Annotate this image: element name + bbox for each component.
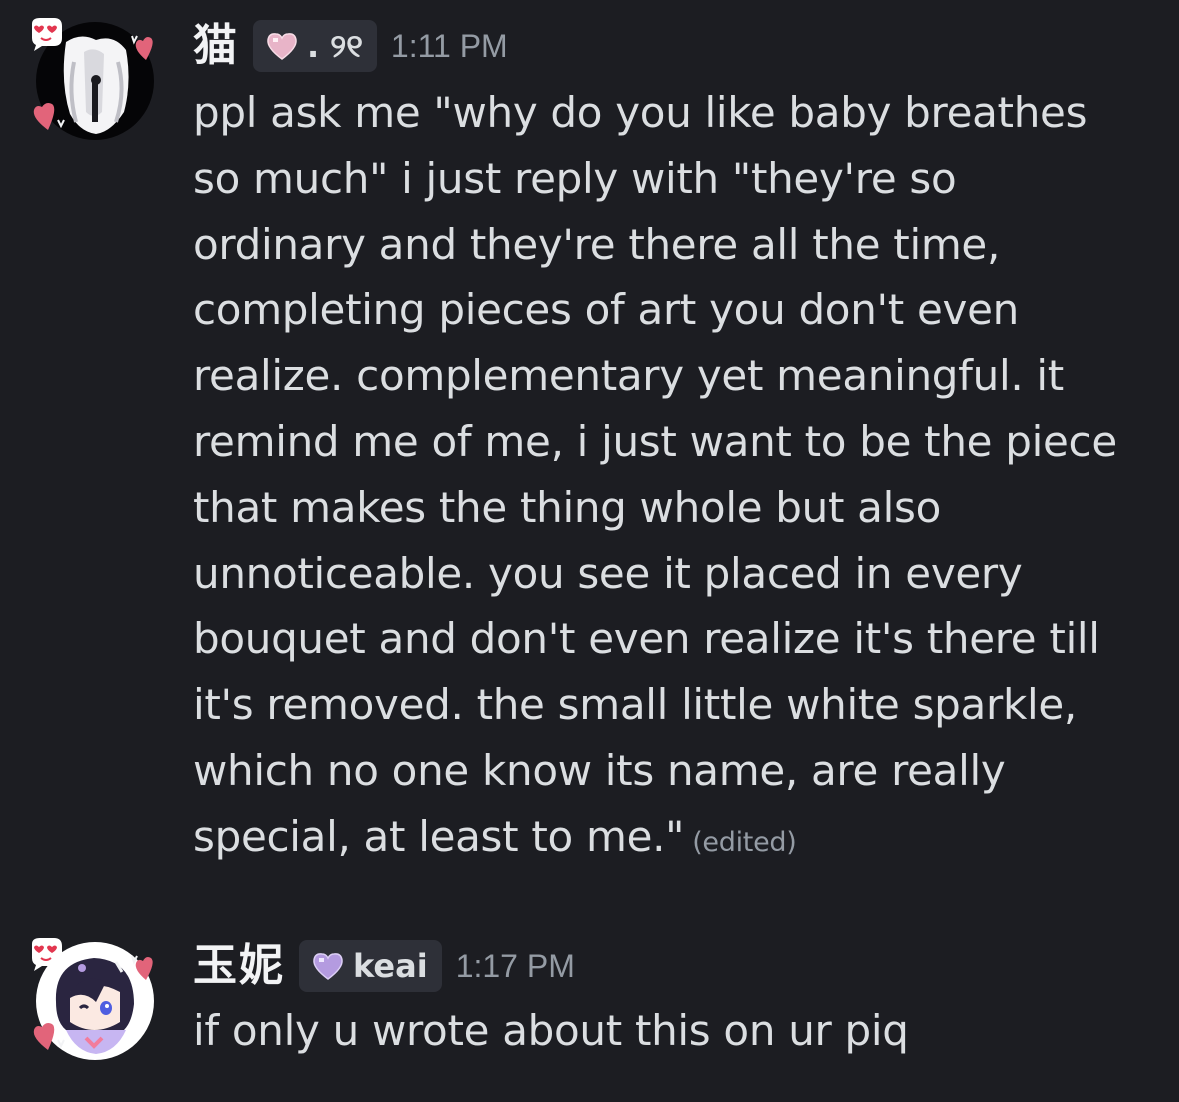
message-line: if only u wrote about this on ur piq xyxy=(193,1006,909,1055)
heart-icon xyxy=(267,33,297,60)
username[interactable]: 猫 xyxy=(193,18,239,74)
avatar-decoration[interactable] xyxy=(28,936,160,1068)
message-line: completing pieces of art you don't even xyxy=(193,285,1019,335)
message-header: 猫 . ୨୧ 1:11 PM xyxy=(193,18,508,74)
avatar-decoration[interactable] xyxy=(28,16,160,148)
heart-icon xyxy=(313,953,343,980)
heart-icon xyxy=(33,1023,65,1050)
heart-icon xyxy=(131,35,153,60)
message-line: unnoticeable. you see it placed in every xyxy=(193,548,1023,598)
server-tag-label: keai xyxy=(353,947,428,985)
message-line: bouquet and don't even realize it's ther… xyxy=(193,614,1100,664)
message-line: which no one know its name, are really xyxy=(193,745,1006,795)
message-line: ppl ask me "why do you like baby breathe… xyxy=(193,88,1088,137)
server-tag[interactable]: keai xyxy=(299,940,442,992)
server-tag[interactable]: . ୨୧ xyxy=(253,20,377,72)
message-line: special, at least to me." xyxy=(193,811,685,861)
heart-icon xyxy=(33,103,65,130)
username[interactable]: 玉妮 xyxy=(193,938,285,994)
edited-label: (edited) xyxy=(692,826,797,858)
message-line: it's removed. the small little white spa… xyxy=(193,680,1077,730)
message-line: remind me of me, i just want to be the p… xyxy=(193,416,1117,466)
heart-eyes-face-icon xyxy=(32,938,62,971)
message-line-last: special, at least to me." (edited) xyxy=(193,804,1153,876)
message-line: that makes the thing whole but also xyxy=(193,482,941,532)
timestamp: 1:17 PM xyxy=(455,948,575,984)
message-line: ordinary and they're there all the time, xyxy=(193,219,1001,269)
message-line: realize. complementary yet meaningful. i… xyxy=(193,351,1064,401)
message-content: ppl ask me "why do you like baby breathe… xyxy=(193,80,1153,876)
message-line: so much" i just reply with "they're so xyxy=(193,153,957,203)
server-tag-label: . ୨୧ xyxy=(307,27,363,65)
timestamp: 1:11 PM xyxy=(390,28,508,64)
heart-icon xyxy=(131,955,153,980)
message-header: 玉妮 keai 1:17 PM xyxy=(193,938,575,994)
message-content: if only u wrote about this on ur piq xyxy=(193,998,1153,1064)
heart-eyes-face-icon xyxy=(32,18,62,51)
